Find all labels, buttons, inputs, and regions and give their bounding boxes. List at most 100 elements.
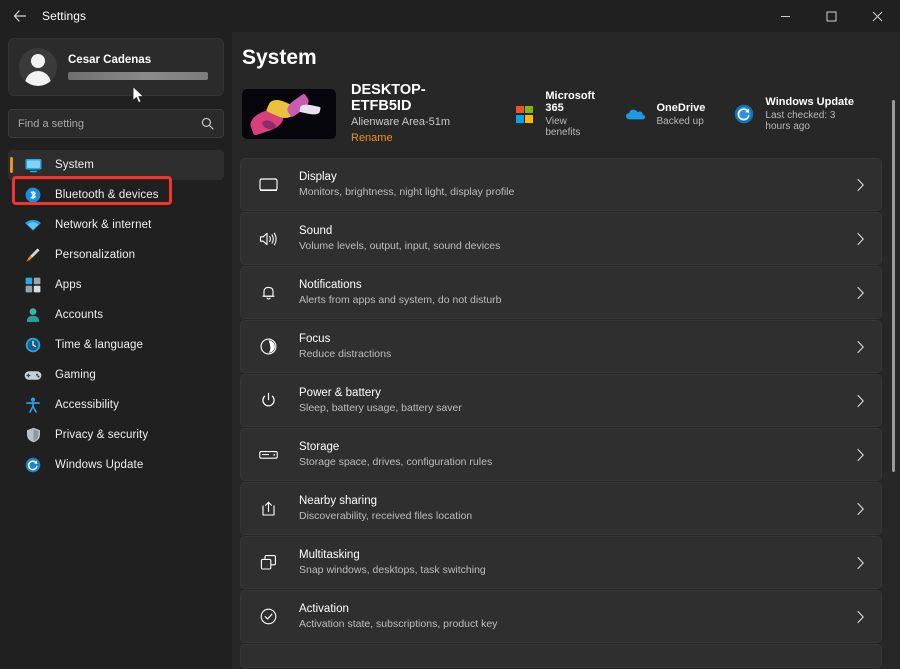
setting-subtitle: Activation state, subscriptions, product…	[299, 618, 856, 630]
setting-subtitle: Alerts from apps and system, do not dist…	[299, 294, 856, 306]
settings-window: Settings	[0, 0, 900, 669]
chevron-right-icon	[856, 394, 865, 408]
scrollbar-thumb[interactable]	[892, 100, 895, 472]
back-button[interactable]	[4, 1, 36, 31]
device-model: Alienware Area-51m	[351, 116, 470, 128]
power-icon	[255, 392, 281, 409]
back-arrow-icon	[13, 9, 27, 23]
status-subtitle: View benefits	[545, 116, 596, 138]
sidebar-nav: System Bluetooth & devices	[8, 150, 224, 480]
setting-row-partial-next[interactable]	[240, 644, 882, 668]
setting-title: Nearby sharing	[299, 495, 856, 507]
status-title: OneDrive	[657, 102, 706, 114]
sidebar-item-system[interactable]: System	[8, 150, 224, 180]
sidebar-item-privacy-security[interactable]: Privacy & security	[8, 420, 224, 450]
setting-title: Multitasking	[299, 549, 856, 561]
sidebar-item-label: Privacy & security	[55, 429, 148, 441]
app-title: Settings	[42, 9, 86, 23]
main-scrollbar[interactable]	[890, 68, 897, 668]
setting-row-notifications[interactable]: Notifications Alerts from apps and syste…	[240, 266, 882, 319]
chevron-right-icon	[856, 340, 865, 354]
sidebar-item-label: Gaming	[55, 369, 96, 381]
sidebar: Cesar Cadenas	[0, 32, 232, 669]
minimize-icon	[780, 11, 791, 22]
checkmark-circle-icon	[255, 608, 281, 625]
maximize-button[interactable]	[808, 0, 854, 32]
network-wifi-icon	[24, 216, 42, 234]
sidebar-item-accessibility[interactable]: Accessibility	[8, 390, 224, 420]
setting-subtitle: Sleep, battery usage, battery saver	[299, 402, 856, 414]
device-name: DESKTOP-ETFB5ID	[351, 82, 470, 114]
sidebar-item-label: Network & internet	[55, 219, 151, 231]
sidebar-item-network-internet[interactable]: Network & internet	[8, 210, 224, 240]
setting-title: Storage	[299, 441, 856, 453]
shield-icon	[24, 426, 42, 444]
page-title: System	[240, 46, 882, 70]
sidebar-item-label: Bluetooth & devices	[55, 189, 159, 201]
chevron-right-icon	[856, 286, 865, 300]
multitasking-windows-icon	[255, 554, 281, 571]
setting-title: Display	[299, 171, 856, 183]
setting-row-sound[interactable]: Sound Volume levels, output, input, soun…	[240, 212, 882, 265]
sidebar-item-time-language[interactable]: Time & language	[8, 330, 224, 360]
sidebar-item-windows-update[interactable]: Windows Update	[8, 450, 224, 480]
windows-update-icon	[24, 456, 42, 474]
close-icon	[872, 11, 883, 22]
sidebar-item-accounts[interactable]: Accounts	[8, 300, 224, 330]
setting-title: Sound	[299, 225, 856, 237]
setting-title: Notifications	[299, 279, 856, 291]
setting-subtitle: Reduce distractions	[299, 348, 856, 360]
sidebar-item-label: Apps	[55, 279, 82, 291]
rename-link[interactable]: Rename	[351, 132, 393, 144]
setting-row-focus[interactable]: Focus Reduce distractions	[240, 320, 882, 373]
status-subtitle: Backed up	[657, 116, 706, 127]
speaker-icon	[255, 231, 281, 247]
status-windows-update[interactable]: Windows Update Last checked: 3 hours ago	[733, 96, 854, 132]
settings-list: Display Monitors, brightness, night ligh…	[240, 158, 882, 668]
sidebar-item-label: Time & language	[55, 339, 143, 351]
status-subtitle: Last checked: 3 hours ago	[765, 110, 854, 132]
status-onedrive[interactable]: OneDrive Backed up	[625, 102, 706, 127]
close-button[interactable]	[854, 0, 900, 32]
sidebar-item-personalization[interactable]: Personalization	[8, 240, 224, 270]
search-box[interactable]	[8, 109, 224, 138]
storage-drive-icon	[255, 449, 281, 461]
sidebar-item-apps[interactable]: Apps	[8, 270, 224, 300]
account-person-icon	[24, 306, 42, 324]
focus-moon-icon	[255, 338, 281, 355]
setting-row-storage[interactable]: Storage Storage space, drives, configura…	[240, 428, 882, 481]
sidebar-item-bluetooth-devices[interactable]: Bluetooth & devices	[8, 180, 224, 210]
status-microsoft-365[interactable]: Microsoft 365 View benefits	[513, 90, 596, 138]
sidebar-item-label: System	[55, 159, 94, 171]
window-controls	[762, 0, 900, 32]
setting-row-multitasking[interactable]: Multitasking Snap windows, desktops, tas…	[240, 536, 882, 589]
window-body: Cesar Cadenas	[0, 32, 900, 669]
accessibility-icon	[24, 396, 42, 414]
chevron-right-icon	[856, 232, 865, 246]
sidebar-item-label: Accessibility	[55, 399, 119, 411]
bell-icon	[255, 284, 281, 301]
setting-title: Power & battery	[299, 387, 856, 399]
account-name: Cesar Cadenas	[68, 54, 213, 66]
device-summary: DESKTOP-ETFB5ID Alienware Area-51m Renam…	[240, 88, 882, 140]
status-title: Windows Update	[765, 96, 854, 108]
chevron-right-icon	[856, 610, 865, 624]
chevron-right-icon	[856, 178, 865, 192]
setting-row-power-battery[interactable]: Power & battery Sleep, battery usage, ba…	[240, 374, 882, 427]
setting-row-display[interactable]: Display Monitors, brightness, night ligh…	[240, 158, 882, 211]
setting-row-nearby-sharing[interactable]: Nearby sharing Discoverability, received…	[240, 482, 882, 535]
search-input[interactable]	[18, 118, 201, 130]
minimize-button[interactable]	[762, 0, 808, 32]
microsoft-365-icon	[513, 103, 535, 125]
sidebar-item-gaming[interactable]: Gaming	[8, 360, 224, 390]
onedrive-cloud-icon	[625, 103, 647, 125]
device-names: DESKTOP-ETFB5ID Alienware Area-51m Renam…	[351, 82, 470, 146]
desktop-wallpaper-thumbnail	[242, 89, 336, 139]
account-card[interactable]: Cesar Cadenas	[8, 38, 224, 96]
chevron-right-icon	[856, 556, 865, 570]
setting-subtitle: Discoverability, received files location	[299, 510, 856, 522]
setting-row-activation[interactable]: Activation Activation state, subscriptio…	[240, 590, 882, 643]
apps-grid-icon	[24, 276, 42, 294]
account-text: Cesar Cadenas	[68, 54, 213, 80]
mouse-cursor	[132, 86, 145, 110]
